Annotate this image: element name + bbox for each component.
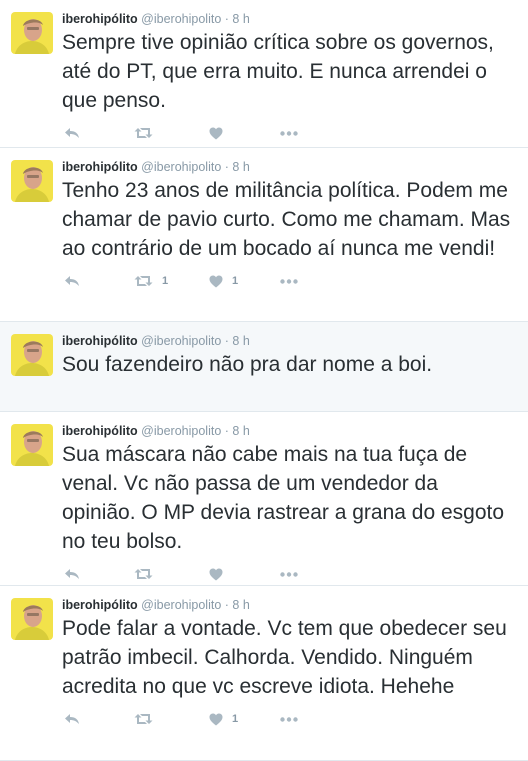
author-fullname[interactable]: iberohipólito bbox=[62, 160, 138, 174]
tweet[interactable]: iberohipólito @iberohipolito · 8 h Sou f… bbox=[0, 322, 528, 412]
tweet-header: iberohipólito @iberohipolito · 8 h bbox=[62, 160, 516, 175]
separator-dot: · bbox=[224, 160, 229, 174]
reply-arrow-icon bbox=[65, 569, 79, 579]
tweet-header: iberohipólito @iberohipolito · 8 h bbox=[62, 424, 516, 439]
author-handle[interactable]: @iberohipolito bbox=[141, 598, 221, 612]
author-handle[interactable]: @iberohipolito bbox=[141, 424, 221, 438]
avatar[interactable] bbox=[11, 334, 53, 376]
reply-arrow-icon bbox=[65, 128, 79, 138]
retweet-icon bbox=[134, 276, 153, 286]
reply-button[interactable] bbox=[64, 127, 80, 139]
reply-button[interactable] bbox=[64, 568, 80, 580]
retweet-count: 1 bbox=[162, 275, 169, 287]
avatar[interactable] bbox=[11, 424, 53, 466]
retweet-icon bbox=[134, 128, 153, 138]
tweet-timestamp[interactable]: 8 h bbox=[232, 598, 249, 612]
like-button[interactable] bbox=[209, 568, 232, 581]
reply-arrow-icon bbox=[65, 714, 79, 724]
reply-arrow-icon bbox=[65, 276, 79, 286]
tweet-actions bbox=[62, 115, 516, 151]
reply-button[interactable] bbox=[64, 713, 80, 725]
tweet-header: iberohipólito @iberohipolito · 8 h bbox=[62, 12, 516, 27]
tweet-actions: 1 1 bbox=[62, 263, 516, 299]
like-count: 1 bbox=[232, 713, 239, 725]
author-fullname[interactable]: iberohipólito bbox=[62, 12, 138, 26]
tweet-text: Pode falar a vontade. Vc tem que obedece… bbox=[62, 617, 507, 698]
tweet-timestamp[interactable]: 8 h bbox=[232, 160, 249, 174]
separator-dot: · bbox=[224, 12, 229, 26]
like-count: 1 bbox=[232, 275, 239, 287]
heart-icon bbox=[209, 127, 223, 139]
tweet-header: iberohipólito @iberohipolito · 8 h bbox=[62, 334, 516, 349]
separator-dot: · bbox=[224, 334, 229, 348]
tweet-timestamp[interactable]: 8 h bbox=[232, 334, 249, 348]
tweet-text: Sua máscara não cabe mais na tua fuça de… bbox=[62, 443, 505, 553]
tweet-timestamp[interactable]: 8 h bbox=[232, 424, 249, 438]
author-handle[interactable]: @iberohipolito bbox=[141, 160, 221, 174]
tweet-header: iberohipólito @iberohipolito · 8 h bbox=[62, 598, 516, 613]
retweet-button[interactable]: 1 bbox=[134, 275, 168, 287]
tweet[interactable]: iberohipólito @iberohipolito · 8 h Sempr… bbox=[0, 0, 528, 148]
tweet-text: Sempre tive opinião crítica sobre os gov… bbox=[62, 31, 494, 112]
tweet[interactable]: iberohipólito @iberohipolito · 8 h Tenho… bbox=[0, 148, 528, 322]
ellipsis-icon bbox=[280, 130, 298, 136]
reply-button[interactable] bbox=[64, 275, 80, 287]
like-button[interactable] bbox=[209, 127, 232, 140]
separator-dot: · bbox=[224, 598, 229, 612]
like-button[interactable]: 1 bbox=[209, 713, 238, 726]
retweet-button[interactable] bbox=[134, 568, 162, 580]
author-fullname[interactable]: iberohipólito bbox=[62, 598, 138, 612]
heart-icon bbox=[209, 275, 223, 287]
more-button[interactable] bbox=[280, 278, 298, 284]
avatar[interactable] bbox=[11, 160, 53, 202]
retweet-button[interactable] bbox=[134, 713, 162, 725]
ellipsis-icon bbox=[280, 278, 298, 284]
separator-dot: · bbox=[224, 424, 229, 438]
author-fullname[interactable]: iberohipólito bbox=[62, 424, 138, 438]
like-button[interactable]: 1 bbox=[209, 275, 238, 288]
more-button[interactable] bbox=[280, 130, 298, 136]
tweet[interactable]: iberohipólito @iberohipolito · 8 h Sua m… bbox=[0, 412, 528, 586]
tweet[interactable]: iberohipólito @iberohipolito · 8 h Pode … bbox=[0, 586, 528, 761]
more-button[interactable] bbox=[280, 716, 298, 722]
author-handle[interactable]: @iberohipolito bbox=[141, 12, 221, 26]
heart-icon bbox=[209, 713, 223, 725]
retweet-icon bbox=[134, 569, 153, 579]
heart-icon bbox=[209, 568, 223, 580]
tweet-text: Sou fazendeiro não pra dar nome a boi. bbox=[62, 353, 433, 376]
tweet-timeline: iberohipólito @iberohipolito · 8 h Sempr… bbox=[0, 0, 528, 761]
author-handle[interactable]: @iberohipolito bbox=[141, 334, 221, 348]
more-button[interactable] bbox=[280, 571, 298, 577]
avatar[interactable] bbox=[11, 598, 53, 640]
avatar[interactable] bbox=[11, 12, 53, 54]
retweet-icon bbox=[134, 714, 153, 724]
ellipsis-icon bbox=[280, 716, 298, 722]
author-fullname[interactable]: iberohipólito bbox=[62, 334, 138, 348]
tweet-actions: 1 bbox=[62, 701, 516, 737]
retweet-button[interactable] bbox=[134, 127, 162, 139]
tweet-timestamp[interactable]: 8 h bbox=[232, 12, 249, 26]
ellipsis-icon bbox=[280, 571, 298, 577]
tweet-text: Tenho 23 anos de militância política. Po… bbox=[62, 179, 511, 260]
